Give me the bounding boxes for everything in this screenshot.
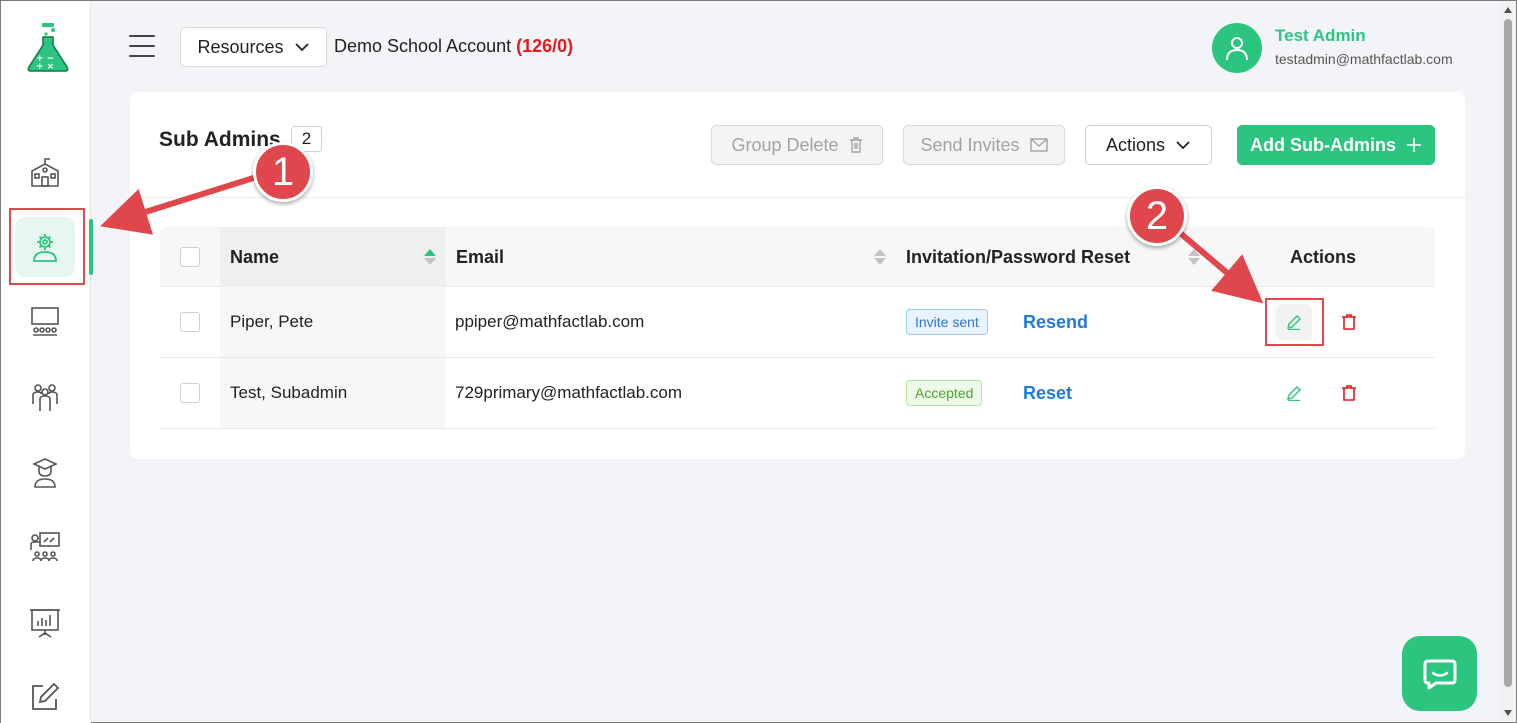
resend-cell: Resend: [1023, 287, 1088, 357]
pencil-icon: [1287, 386, 1301, 401]
annotation-highlight-sidebar: [9, 208, 85, 285]
sidebar-item-teachers[interactable]: [15, 517, 75, 577]
resources-dropdown[interactable]: Resources: [180, 27, 327, 67]
column-header-actions: Actions: [1290, 227, 1356, 287]
row-select-cell: [180, 358, 200, 428]
add-sub-admins-label: Add Sub-Admins: [1250, 134, 1396, 155]
sidebar-item-classrooms[interactable]: [15, 291, 75, 351]
sort-icon[interactable]: [874, 249, 886, 265]
row-name: Piper, Pete: [230, 312, 314, 331]
sub-admins-card: Sub Admins 2 Group Delete Send Invites A…: [130, 92, 1465, 459]
status-badge: Accepted: [906, 380, 983, 406]
row-checkbox[interactable]: [180, 312, 200, 332]
sort-icon[interactable]: [424, 249, 436, 265]
group-delete-label: Group Delete: [731, 134, 839, 155]
sidebar-item-assignments[interactable]: [15, 667, 75, 723]
sort-icon[interactable]: [1188, 249, 1200, 265]
delete-button[interactable]: [1331, 375, 1367, 411]
avatar[interactable]: [1212, 23, 1262, 73]
column-invitation-label: Invitation/Password Reset: [906, 246, 1131, 267]
resend-link[interactable]: Resend: [1023, 312, 1088, 333]
chevron-down-icon: [294, 43, 309, 52]
column-email-label: Email: [456, 246, 505, 267]
actions-dropdown[interactable]: Actions: [1085, 125, 1212, 165]
annotation-highlight-edit: [1265, 298, 1324, 346]
scroll-thumb[interactable]: [1504, 19, 1512, 687]
row-email: 729primary@mathfactlab.com: [455, 383, 683, 402]
chat-support-button[interactable]: [1402, 636, 1477, 711]
select-all-checkbox[interactable]: [180, 247, 200, 267]
table-row: Piper, Pete ppiper@mathfactlab.com Invit…: [160, 287, 1435, 358]
chat-bubble-icon: [1423, 659, 1456, 689]
account-count: (126/0): [516, 36, 574, 56]
column-header-name[interactable]: Name: [230, 227, 436, 287]
reset-link[interactable]: Reset: [1023, 383, 1072, 404]
svg-text:+ ×: + ×: [36, 62, 54, 72]
status-badge: Invite sent: [906, 309, 988, 335]
sub-admins-table: Name Email Invitation/Password Reset Act…: [160, 227, 1435, 429]
column-actions-label: Actions: [1290, 246, 1357, 267]
row-email: ppiper@mathfactlab.com: [455, 312, 645, 331]
column-name-label: Name: [230, 246, 280, 267]
account-name: Demo School Account (126/0): [334, 36, 573, 57]
trash-icon: [849, 137, 862, 153]
graduate-icon: [32, 458, 58, 488]
delete-button[interactable]: [1331, 304, 1367, 340]
table-row: Test, Subadmin 729primary@mathfactlab.co…: [160, 358, 1435, 429]
mail-icon: [1029, 138, 1048, 152]
table-header: Name Email Invitation/Password Reset Act…: [160, 227, 1435, 287]
active-indicator: [89, 219, 93, 275]
classroom-icon: [31, 307, 59, 336]
edit-button[interactable]: [1276, 375, 1312, 411]
sidebar: + − + ×: [1, 1, 91, 723]
chevron-down-icon: [1176, 141, 1190, 150]
add-sub-admins-button[interactable]: Add Sub-Admins: [1237, 125, 1435, 165]
row-checkbox[interactable]: [180, 383, 200, 403]
menu-toggle-icon[interactable]: [129, 35, 155, 57]
user-email: testadmin@mathfactlab.com: [1275, 51, 1453, 67]
sidebar-item-groups[interactable]: [15, 367, 75, 427]
actions-label: Actions: [1105, 134, 1166, 155]
column-header-email[interactable]: Email: [456, 227, 886, 287]
sidebar-item-students[interactable]: [15, 443, 75, 503]
scroll-up-arrow[interactable]: [1504, 7, 1512, 13]
scrollbar[interactable]: [1501, 1, 1515, 722]
people-group-icon: [32, 384, 58, 411]
sidebar-item-school[interactable]: [15, 143, 75, 203]
resources-label: Resources: [197, 36, 284, 57]
annotation-step-1: 1: [253, 142, 313, 202]
select-all-cell: [180, 227, 200, 287]
annotation-step-2: 2: [1127, 186, 1187, 246]
reset-cell: Reset: [1023, 358, 1072, 428]
row-name: Test, Subadmin: [230, 383, 348, 402]
edit-icon: [32, 682, 60, 710]
group-delete-button[interactable]: Group Delete: [711, 125, 883, 165]
sidebar-item-reports[interactable]: [15, 593, 75, 653]
scroll-down-arrow[interactable]: [1504, 710, 1512, 716]
teacher-icon: [30, 532, 60, 562]
account-name-text: Demo School Account: [334, 36, 512, 56]
plus-icon: [1407, 138, 1421, 152]
mathfactlab-logo[interactable]: + − + ×: [25, 21, 71, 73]
trash-icon: [1342, 314, 1356, 330]
send-invites-label: Send Invites: [920, 134, 1020, 155]
school-icon: [31, 158, 59, 187]
trash-icon: [1342, 385, 1356, 401]
row-select-cell: [180, 287, 200, 357]
card-divider: [130, 197, 1465, 198]
send-invites-button[interactable]: Send Invites: [903, 125, 1065, 165]
presentation-chart-icon: [30, 609, 60, 638]
status-cell: Accepted: [906, 358, 983, 428]
user-name: Test Admin: [1275, 26, 1366, 45]
status-cell: Invite sent: [906, 287, 988, 357]
user-icon: [1226, 37, 1248, 61]
